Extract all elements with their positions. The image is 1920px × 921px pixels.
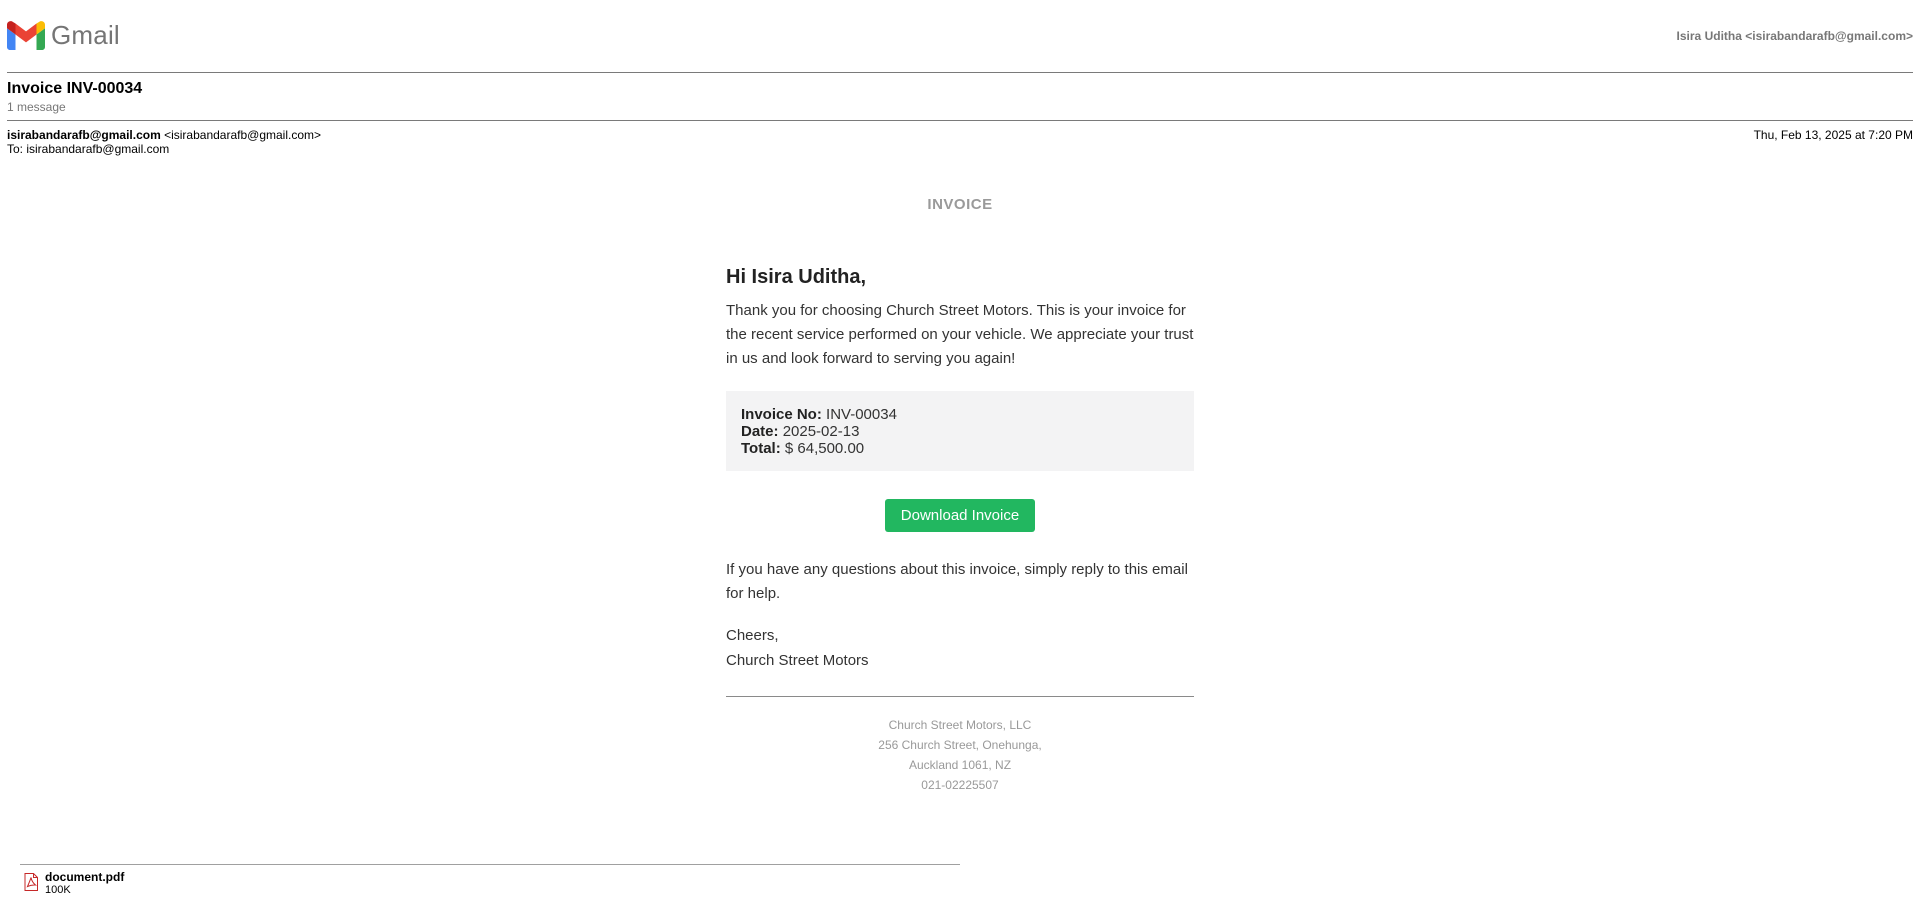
message-date: Thu, Feb 13, 2025 at 7:20 PM <box>1753 128 1913 142</box>
gmail-print-view: Gmail Isira Uditha <isirabandarafb@gmail… <box>0 0 1920 921</box>
sender-address: isirabandarafb@gmail.com <box>7 128 161 142</box>
help-paragraph: If you have any questions about this inv… <box>726 561 1188 602</box>
attachment-divider <box>20 864 960 865</box>
gmail-wordmark: Gmail <box>51 20 120 50</box>
divider <box>7 72 1913 73</box>
email-footer: Church Street Motors, LLC 256 Church Str… <box>726 715 1194 795</box>
button-container: Download Invoice <box>726 499 1194 532</box>
attachment-name[interactable]: document.pdf <box>45 870 124 884</box>
message-count: 1 message <box>7 100 66 114</box>
sender: isirabandarafb@gmail.com <isirabandarafb… <box>7 128 321 142</box>
invoice-date-label: Date: <box>741 423 779 440</box>
intro-paragraph: Thank you for choosing Church Street Mot… <box>726 302 1194 367</box>
invoice-details-box: Invoice No: INV-00034 Date: 2025-02-13 T… <box>726 391 1194 471</box>
attachment-item[interactable]: document.pdf 100K <box>23 870 124 896</box>
invoice-date-value: 2025-02-13 <box>782 423 860 440</box>
invoice-total-value: $ 64,500.00 <box>784 440 865 457</box>
footer-address-line2: Auckland 1061, NZ <box>908 758 1012 772</box>
invoice-number-value: INV-00034 <box>826 406 897 423</box>
invoice-total-row: Total: $ 64,500.00 <box>741 440 1179 457</box>
footer-address-line1: 256 Church Street, Onehunga, <box>878 738 1042 752</box>
sign-off: Cheers, Church Street Motors <box>726 623 1194 673</box>
invoice-date-row: Date: 2025-02-13 <box>741 423 1179 440</box>
recipient: To: isirabandarafb@gmail.com <box>7 142 170 156</box>
invoice-heading: INVOICE <box>927 196 993 213</box>
invoice-total-label: Total: <box>741 440 781 457</box>
sender-full-address: <isirabandarafb@gmail.com> <box>164 128 322 142</box>
footer-company: Church Street Motors, LLC <box>888 718 1032 732</box>
thread-subject: Invoice INV-00034 <box>7 80 143 97</box>
footer-divider <box>726 696 1194 697</box>
gmail-m-icon <box>7 21 45 50</box>
footer-phone: 021-02225507 <box>921 778 999 792</box>
email-content: Hi Isira Uditha, Thank you for choosing … <box>726 266 1194 795</box>
greeting: Hi Isira Uditha, <box>726 266 867 288</box>
invoice-number-row: Invoice No: INV-00034 <box>741 406 1179 423</box>
download-invoice-button[interactable]: Download Invoice <box>884 499 1036 532</box>
pdf-icon <box>24 873 38 891</box>
signature: Church Street Motors <box>726 652 869 669</box>
divider <box>7 120 1913 121</box>
attachment-info: document.pdf 100K <box>45 870 124 896</box>
attachment-size: 100K <box>45 884 71 896</box>
account-label: Isira Uditha <isirabandarafb@gmail.com> <box>1676 29 1913 43</box>
gmail-logo: Gmail <box>7 20 120 51</box>
header: Gmail Isira Uditha <isirabandarafb@gmail… <box>7 18 1913 54</box>
closing: Cheers, <box>726 627 779 644</box>
invoice-number-label: Invoice No: <box>741 406 822 423</box>
